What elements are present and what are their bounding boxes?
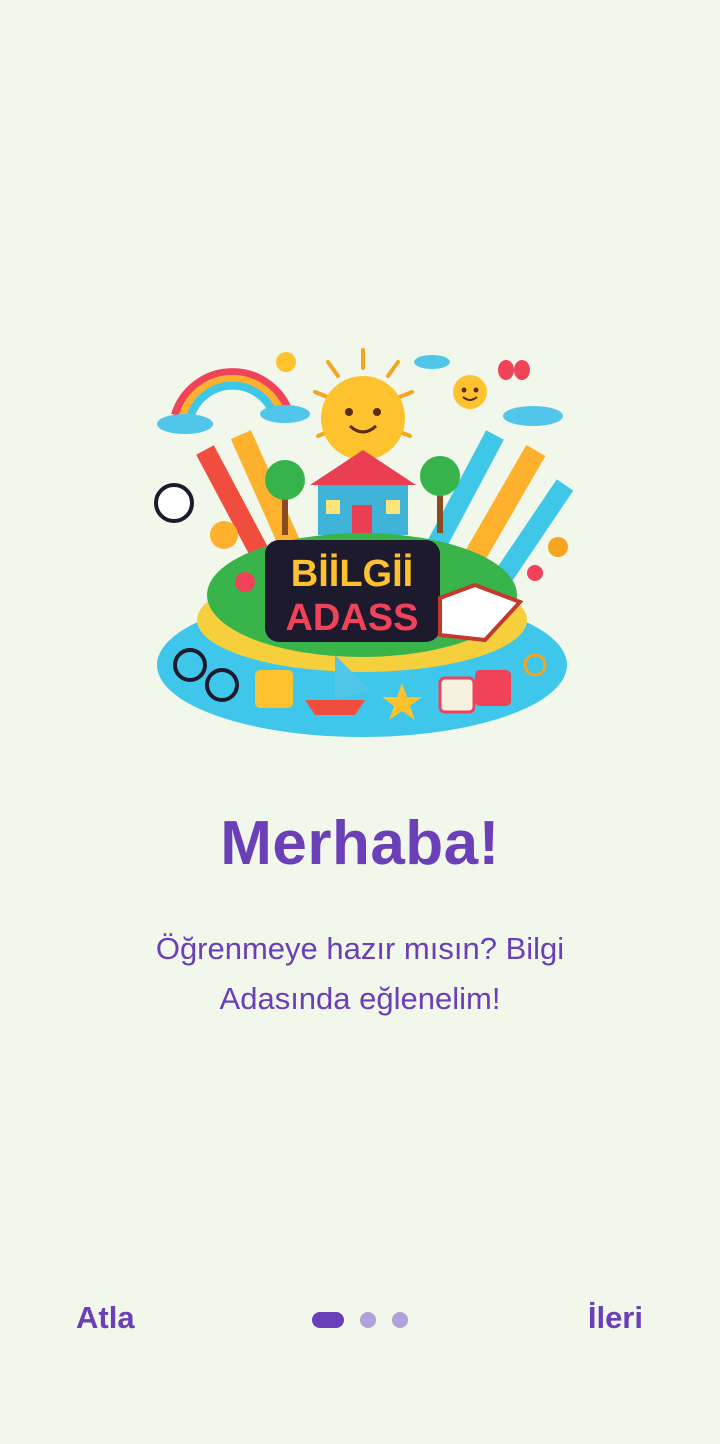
page-dot-1[interactable] [312,1312,344,1328]
page-indicator [312,1312,424,1328]
next-button[interactable]: İleri [588,1300,643,1336]
logo-sign: BİİLGİİ ADASS [265,540,440,642]
svg-text:BİİLGİİ: BİİLGİİ [291,553,413,595]
page-dot-2[interactable] [360,1312,376,1328]
sun-icon [313,348,414,460]
butterfly-icon [498,360,530,380]
welcome-subtitle: Öğrenmeye hazır mısın? Bilgi Adasında eğ… [155,931,565,1016]
school-house-icon [310,450,416,535]
svg-text:ADASS: ADASS [285,597,418,639]
bilgi-adasi-illustration: BİİLGİİ ADASS [150,340,575,750]
welcome-title: Merhaba! [220,809,500,878]
skip-button[interactable]: Atla [76,1300,135,1336]
page-dot-3[interactable] [392,1312,408,1328]
